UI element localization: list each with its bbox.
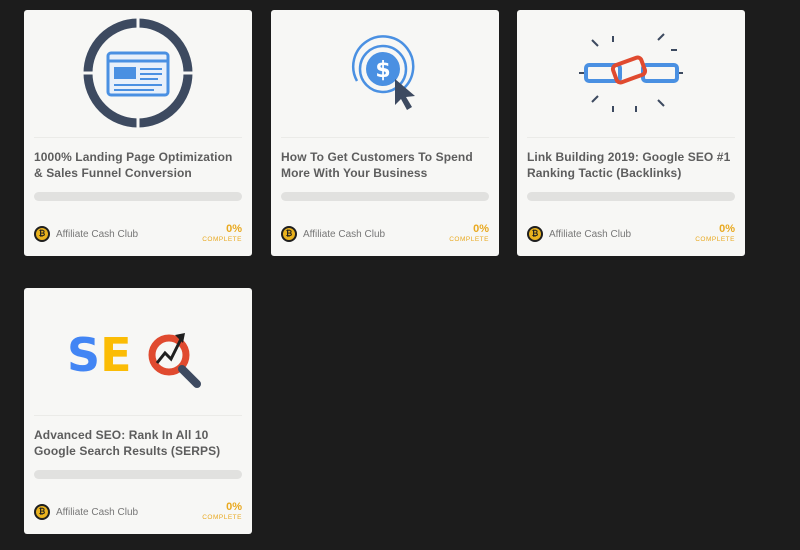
progress-percent: 0%	[226, 501, 242, 513]
author-name: Affiliate Cash Club	[303, 228, 386, 240]
progress-percent: 0%	[226, 223, 242, 235]
course-thumbnail	[24, 10, 252, 136]
card-divider	[527, 137, 735, 138]
progress-status: 0% COMPLETE	[449, 223, 489, 244]
progress-status: 0% COMPLETE	[202, 501, 242, 522]
progress-bar	[34, 470, 242, 479]
progress-status: 0% COMPLETE	[695, 223, 735, 244]
progress-label: COMPLETE	[449, 236, 489, 243]
progress-label: COMPLETE	[695, 236, 735, 243]
author-name: Affiliate Cash Club	[549, 228, 632, 240]
course-card[interactable]: Link Building 2019: Google SEO #1 Rankin…	[517, 10, 745, 256]
author-info: ₿ Affiliate Cash Club	[527, 226, 631, 242]
course-card[interactable]: SE Advanced SEO: Rank In All 10 Google S…	[24, 288, 252, 534]
seo-letter-s: S	[67, 328, 100, 382]
course-thumbnail	[517, 10, 745, 136]
card-divider	[281, 137, 489, 138]
course-card[interactable]: 1000% Landing Page Optimization & Sales …	[24, 10, 252, 256]
chain-links-icon	[579, 33, 683, 112]
card-divider	[34, 137, 242, 138]
author-name: Affiliate Cash Club	[56, 506, 139, 518]
author-info: ₿ Affiliate Cash Club	[34, 226, 138, 242]
course-title[interactable]: Advanced SEO: Rank In All 10 Google Sear…	[34, 427, 244, 459]
course-thumbnail: $	[271, 10, 499, 136]
course-card[interactable]: $ How To Get Customers To Spend More Wit…	[271, 10, 499, 256]
author-avatar: ₿	[527, 226, 543, 242]
progress-percent: 0%	[473, 223, 489, 235]
progress-bar	[527, 192, 735, 201]
course-title[interactable]: How To Get Customers To Spend More With …	[281, 149, 491, 181]
progress-label: COMPLETE	[202, 236, 242, 243]
author-name: Affiliate Cash Club	[56, 228, 139, 240]
browser-window-ring-icon	[82, 17, 194, 129]
coin-icon: ₿	[36, 228, 48, 240]
seo-letter-e: E	[100, 328, 131, 382]
progress-bar	[281, 192, 489, 201]
progress-status: 0% COMPLETE	[202, 223, 242, 244]
svg-text:SE: SE	[67, 328, 132, 382]
author-avatar: ₿	[281, 226, 297, 242]
progress-bar	[34, 192, 242, 201]
coin-icon: ₿	[529, 228, 541, 240]
svg-text:$: $	[375, 58, 390, 83]
author-avatar: ₿	[34, 226, 50, 242]
course-title[interactable]: Link Building 2019: Google SEO #1 Rankin…	[527, 149, 737, 181]
progress-label: COMPLETE	[202, 514, 242, 521]
course-thumbnail: SE	[24, 288, 252, 414]
seo-magnifier-icon: SE	[67, 328, 201, 388]
author-info: ₿ Affiliate Cash Club	[281, 226, 385, 242]
dollar-cursor-icon: $	[352, 35, 415, 110]
author-avatar: ₿	[34, 504, 50, 520]
card-divider	[34, 415, 242, 416]
progress-percent: 0%	[719, 223, 735, 235]
coin-icon: ₿	[283, 228, 295, 240]
author-info: ₿ Affiliate Cash Club	[34, 504, 138, 520]
course-title[interactable]: 1000% Landing Page Optimization & Sales …	[34, 149, 244, 181]
coin-icon: ₿	[36, 506, 48, 518]
